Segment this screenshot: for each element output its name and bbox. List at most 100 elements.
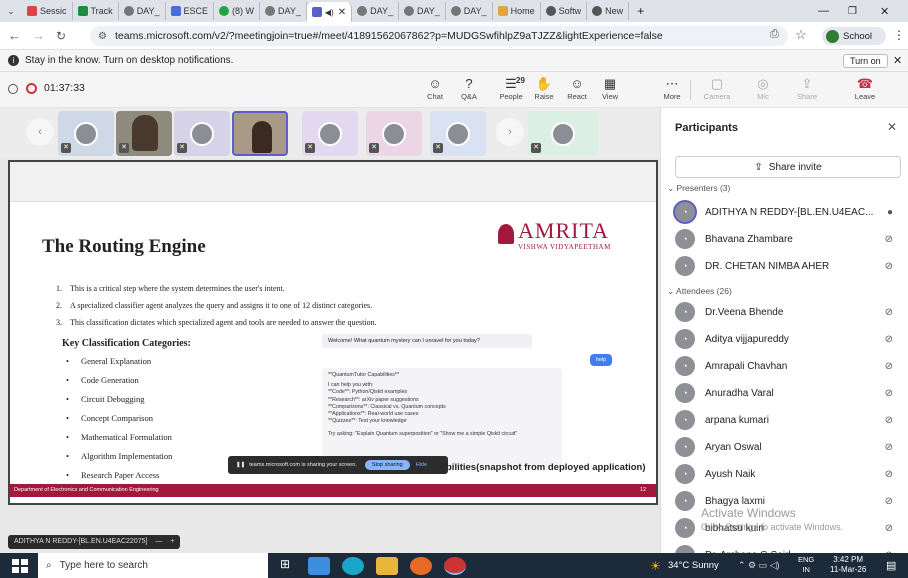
browser-tab[interactable]: Home (493, 2, 541, 20)
view-button[interactable]: ▦ View (593, 75, 627, 101)
close-tab-icon[interactable]: ✕ (338, 7, 346, 18)
mic-off-icon: ⊘ (884, 360, 893, 372)
close-window-icon[interactable]: ✕ (880, 5, 889, 18)
participant-row[interactable]: ◔ Anuradha Varal ⊘ (675, 381, 903, 405)
browser-tab[interactable]: New (587, 2, 630, 20)
participant-row[interactable]: ◔ ADITHYA N REDDY-[BL.EN.U4EAC... ● (675, 200, 903, 224)
tab-search-icon[interactable]: ⌄ (0, 6, 22, 17)
participant-tile[interactable]: ✕ (528, 111, 598, 156)
firefox-icon[interactable] (410, 556, 432, 575)
participant-video-tile[interactable]: ✕ (116, 111, 172, 156)
browser-tab[interactable]: (8) W (214, 2, 261, 20)
browser-tab[interactable]: DAY_ (119, 2, 166, 20)
participant-row[interactable]: ◔ Bhavana Zhambare ⊘ (675, 227, 903, 251)
cast-icon[interactable]: ⎙ (770, 28, 779, 41)
new-tab-button[interactable]: + (629, 4, 652, 18)
video-feed (132, 115, 158, 151)
participant-tile[interactable]: ✕ (366, 111, 422, 156)
browser-tab[interactable]: DAY_ (260, 2, 307, 20)
edge-icon[interactable] (342, 556, 364, 575)
toolbar-divider (690, 80, 691, 100)
avatar: ◔ (675, 229, 695, 249)
participant-row[interactable]: ◔ Aryan Oswal ⊘ (675, 435, 903, 459)
browser-tab[interactable]: Softw (541, 2, 588, 20)
browser-menu-icon[interactable]: ⋮ (893, 28, 905, 42)
chat-icon: ☺ (428, 76, 442, 91)
participant-tile[interactable]: ✕ (302, 111, 358, 156)
back-icon[interactable]: ← (8, 28, 21, 43)
chip-expand-icon[interactable]: + (170, 538, 174, 545)
app-icon[interactable] (308, 556, 330, 575)
camera-button[interactable]: ▢ Camera (700, 75, 734, 101)
browser-tab[interactable]: Track (73, 2, 119, 20)
taskbar-search[interactable]: ⌕ Type here to search (38, 553, 268, 578)
capability-line: **Comparisons**: Classical vs. Quantum c… (328, 403, 446, 410)
turn-on-button[interactable]: Turn on (843, 54, 888, 68)
tray-icons[interactable]: ⌃ ⚙ ▭ ◁) (738, 560, 780, 571)
weather-text[interactable]: 34°C Sunny (668, 560, 719, 571)
url-field[interactable]: ⚙ teams.microsoft.com/v2/?meetingjoin=tr… (90, 26, 788, 46)
browser-tab[interactable]: Sessic (22, 2, 73, 20)
gallery-next-icon[interactable]: › (496, 118, 524, 146)
close-notification-icon[interactable]: ✕ (893, 54, 902, 67)
participant-row[interactable]: ◔ Dr.Veena Bhende ⊘ (675, 300, 903, 324)
attendees-section-header[interactable]: ⌄ Attendees (26) (667, 286, 732, 297)
participant-tile[interactable]: ✕ (430, 111, 486, 156)
presenter-name-chip[interactable]: ADITHYA N REDDY-[BL.EN.U4EAC22075] — + (8, 535, 181, 549)
browser-tab[interactable]: DAY_ (352, 2, 399, 20)
maximize-icon[interactable]: ❐ (848, 6, 857, 17)
globe-icon (450, 6, 461, 16)
minimize-icon[interactable]: — (818, 5, 829, 17)
react-icon: ☺ (570, 76, 584, 91)
mic-off-icon: ✕ (119, 143, 129, 153)
language-indicator[interactable]: ENG IN (798, 555, 814, 575)
windows-start-icon[interactable] (12, 558, 28, 573)
chip-minimize-icon[interactable]: — (155, 538, 162, 545)
chat-button[interactable]: ☺ Chat (418, 75, 452, 101)
bullet: • (66, 375, 69, 385)
more-button[interactable]: ⋯ More (655, 75, 689, 101)
clock[interactable]: 3:42 PM 11-Mar-26 (830, 555, 866, 575)
browser-tab-active[interactable]: ◀) ✕ (306, 2, 353, 22)
browser-tab[interactable]: ESCE (166, 2, 215, 20)
bookmark-star-icon[interactable]: ☆ (795, 27, 807, 43)
raise-button[interactable]: ✋ Raise (527, 75, 561, 101)
participant-row[interactable]: ◔ DR. CHETAN NIMBA AHER ⊘ (675, 254, 903, 278)
forward-icon[interactable]: → (32, 28, 45, 43)
participant-row[interactable]: ◔ Ayush Naik ⊘ (675, 462, 903, 486)
browser-tab[interactable]: DAY_ (399, 2, 446, 20)
participant-row[interactable]: ◔Dr. Archana G Said⊘ (675, 543, 903, 553)
avatar: ◔ (675, 518, 695, 538)
mic-off-icon: ⊘ (884, 306, 893, 318)
reload-icon[interactable]: ↻ (56, 29, 66, 43)
slide-point: 3. This classification dictates which spe… (56, 318, 377, 327)
task-view-icon[interactable]: ⊞ (274, 557, 296, 575)
participant-row[interactable]: ◔ Amrapali Chavhan ⊘ (675, 354, 903, 378)
share-invite-button[interactable]: ⇪ Share invite (675, 156, 901, 178)
participant-tile[interactable]: ✕ (174, 111, 230, 156)
mic-button[interactable]: ◎ Mic (746, 75, 780, 101)
close-panel-icon[interactable]: ✕ (887, 120, 897, 134)
participant-row[interactable]: ◔ Aditya vijjapureddy ⊘ (675, 327, 903, 351)
participant-tile[interactable]: ✕ (58, 111, 114, 156)
react-button[interactable]: ☺ React (560, 75, 594, 101)
share-button[interactable]: ⇪ Share (790, 75, 824, 101)
file-explorer-icon[interactable] (376, 556, 398, 575)
participant-video-tile-active[interactable] (232, 111, 288, 156)
qa-button[interactable]: ? Q&A (452, 75, 486, 101)
stop-sharing-button[interactable]: Stop sharing (364, 460, 410, 470)
participant-row[interactable]: ◔ arpana kumari ⊘ (675, 408, 903, 432)
site-info-icon[interactable]: ⚙ (98, 31, 107, 42)
gallery-prev-icon[interactable]: ‹ (26, 118, 54, 146)
people-count: 29 (516, 76, 525, 85)
chrome-icon[interactable] (444, 556, 466, 575)
mic-off-icon: ⊘ (884, 333, 893, 345)
leave-icon: ☎ (856, 76, 874, 91)
leave-button[interactable]: ☎ Leave (848, 75, 882, 101)
browser-tab[interactable]: DAY_ (446, 2, 493, 20)
presenters-section-header[interactable]: ⌄ Presenters (3) (667, 183, 730, 194)
profile-button[interactable]: School (822, 27, 886, 45)
notification-center-icon[interactable]: ▤ (886, 559, 896, 572)
people-button[interactable]: ☰ People 29 (494, 75, 528, 101)
hide-button[interactable]: Hide (416, 462, 427, 468)
